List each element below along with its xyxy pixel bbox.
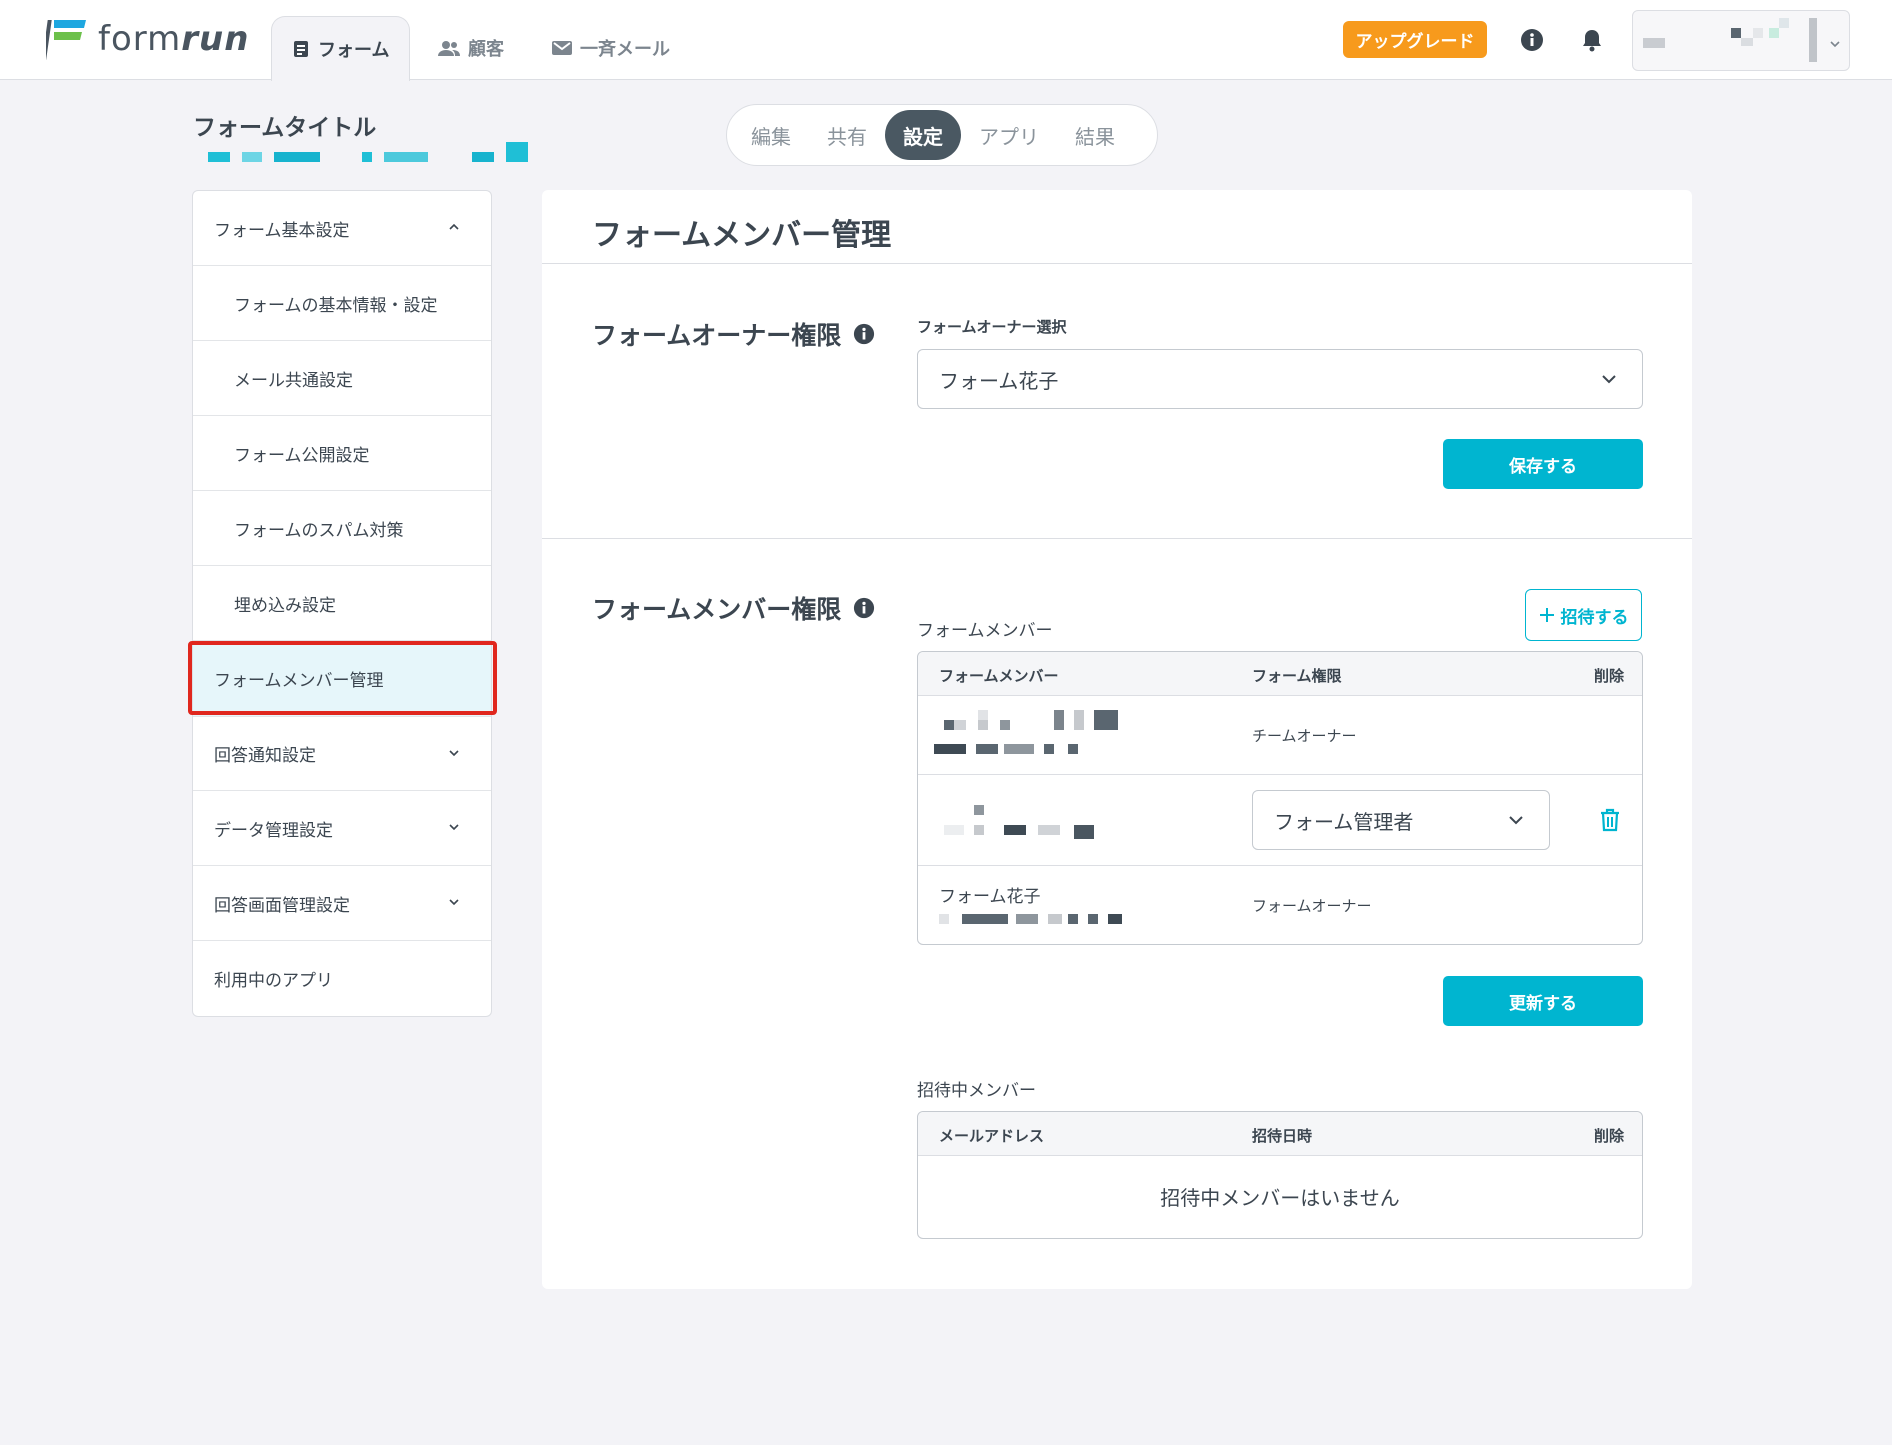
owner-section-title: フォームオーナー権限 (592, 316, 875, 352)
sidebar-item-response-screen[interactable]: 回答画面管理設定 (193, 866, 491, 941)
chevron-down-icon (1507, 811, 1525, 829)
table-row: チームオーナー (918, 696, 1642, 775)
owner-section-title-text: フォームオーナー権限 (592, 321, 842, 350)
chevron-down-icon (447, 745, 461, 765)
members-table-header: フォームメンバー フォーム権限 削除 (918, 652, 1642, 696)
logo-text-light: form (98, 19, 182, 59)
invite-button[interactable]: 招待する (1525, 589, 1642, 641)
tab-results[interactable]: 結果 (1057, 110, 1133, 160)
sidebar-item-label: フォームのスパム対策 (234, 520, 404, 541)
tab-edit[interactable]: 編集 (733, 110, 809, 160)
formrun-logo[interactable]: formrun (46, 18, 249, 60)
nav-tab-form[interactable]: フォーム (271, 16, 411, 81)
info-icon[interactable] (1519, 27, 1545, 53)
member-management-card: フォームメンバー管理 フォームオーナー権限 フォームオーナー選択 フォーム花子 … (542, 190, 1692, 1289)
member-permission-select[interactable]: フォーム管理者 (1252, 790, 1550, 850)
info-icon[interactable] (853, 323, 875, 345)
column-header: フォーム権限 (1252, 667, 1342, 685)
chevron-down-icon (447, 894, 461, 914)
member-permission: チームオーナー (1252, 727, 1357, 745)
column-header: フォームメンバー (939, 667, 1059, 685)
form-doc-icon (292, 40, 310, 58)
sidebar-item-data-management[interactable]: データ管理設定 (193, 791, 491, 866)
chevron-down-icon (447, 819, 461, 839)
sidebar-item-notification[interactable]: 回答通知設定 (193, 716, 491, 791)
member-section-title: フォームメンバー権限 (592, 590, 875, 626)
user-menu[interactable] (1632, 10, 1850, 71)
sidebar-item-form-basic-settings[interactable]: フォーム基本設定 (193, 191, 491, 266)
nav-tab-label: 顧客 (468, 39, 504, 60)
sidebar-item-label: フォームメンバー管理 (214, 671, 384, 691)
table-row: フォーム管理者 (918, 775, 1642, 866)
sidebar-item-spam[interactable]: フォームのスパム対策 (193, 491, 491, 566)
sidebar-item-member-management[interactable]: フォームメンバー管理 (193, 641, 491, 716)
chevron-down-icon (1600, 370, 1618, 388)
bell-icon[interactable] (1579, 27, 1605, 53)
sidebar-item-label: 埋め込み設定 (234, 595, 336, 616)
table-row: フォーム花子 フォームオーナー (918, 866, 1642, 944)
sidebar-item-embed[interactable]: 埋め込み設定 (193, 566, 491, 641)
sidebar-item-label: メール共通設定 (234, 370, 353, 391)
tab-apps[interactable]: アプリ (961, 110, 1057, 160)
sidebar-item-basic-info[interactable]: フォームの基本情報・設定 (193, 266, 491, 341)
owner-select-value: フォーム花子 (939, 368, 1059, 393)
sidebar-item-label: フォームの基本情報・設定 (234, 295, 438, 316)
member-name: フォーム花子 (939, 887, 1041, 907)
chevron-up-icon (447, 219, 461, 239)
sidebar-item-apps-in-use[interactable]: 利用中のアプリ (193, 941, 491, 1016)
sidebar-item-label: 回答通知設定 (214, 746, 316, 766)
trash-icon[interactable] (1599, 808, 1621, 836)
divider (542, 538, 1692, 539)
nav-tab-customers[interactable]: 顧客 (418, 16, 524, 80)
logo-flag-icon (46, 20, 86, 60)
tab-share[interactable]: 共有 (809, 110, 885, 160)
sidebar-item-publish[interactable]: フォーム公開設定 (193, 416, 491, 491)
update-button[interactable]: 更新する (1443, 976, 1643, 1026)
members-label: フォームメンバー (917, 621, 1053, 641)
sidebar-item-label: 回答画面管理設定 (214, 895, 350, 916)
chevron-down-icon (1829, 35, 1841, 54)
settings-sidebar: フォーム基本設定 フォームの基本情報・設定 メール共通設定 フォーム公開設定 フ… (192, 190, 492, 1017)
column-header: メールアドレス (939, 1127, 1045, 1145)
invite-button-label: 招待する (1560, 607, 1629, 628)
sidebar-item-label: 利用中のアプリ (214, 971, 333, 991)
nav-tab-label: フォーム (318, 40, 390, 61)
nav-tab-bulk-mail[interactable]: 一斉メール (532, 16, 690, 80)
sidebar-item-label: データ管理設定 (214, 820, 333, 841)
pending-members-table: メールアドレス 招待日時 削除 招待中メンバーはいません (917, 1111, 1643, 1239)
page-title: フォームメンバー管理 (592, 218, 892, 253)
mail-icon (552, 40, 572, 56)
pending-members-label: 招待中メンバー (917, 1081, 1036, 1101)
form-title: フォームタイトル (193, 115, 377, 141)
member-section-title-text: フォームメンバー権限 (592, 595, 842, 624)
plus-icon (1539, 607, 1555, 623)
divider (542, 263, 1692, 264)
save-button[interactable]: 保存する (1443, 439, 1643, 489)
people-icon (438, 39, 460, 57)
top-header: formrun フォーム 顧客 一斉メール アップグレード (0, 0, 1892, 81)
permission-select-value: フォーム管理者 (1274, 809, 1414, 834)
nav-tab-label: 一斉メール (580, 39, 670, 60)
sidebar-item-mail-common[interactable]: メール共通設定 (193, 341, 491, 416)
logo-text-bold: run (181, 19, 250, 59)
tab-settings[interactable]: 設定 (885, 110, 961, 160)
form-sub-tabs: 編集 共有 設定 アプリ 結果 (726, 104, 1158, 166)
column-header: 削除 (1593, 667, 1624, 685)
sidebar-item-label: フォーム基本設定 (214, 220, 350, 241)
column-header: 削除 (1593, 1127, 1624, 1145)
members-table: フォームメンバー フォーム権限 削除 チームオーナー フォーム管理者 フォーム花… (917, 651, 1643, 945)
empty-state-message: 招待中メンバーはいません (1160, 1186, 1400, 1210)
table-row-empty: 招待中メンバーはいません (918, 1156, 1642, 1238)
info-icon[interactable] (853, 597, 875, 619)
owner-select[interactable]: フォーム花子 (917, 349, 1643, 409)
member-permission: フォームオーナー (1252, 897, 1372, 915)
upgrade-button[interactable]: アップグレード (1343, 21, 1487, 58)
pending-table-header: メールアドレス 招待日時 削除 (918, 1112, 1642, 1156)
owner-select-label: フォームオーナー選択 (917, 318, 1067, 336)
avatar (1643, 38, 1665, 48)
column-header: 招待日時 (1252, 1127, 1313, 1145)
sidebar-item-label: フォーム公開設定 (234, 445, 370, 466)
